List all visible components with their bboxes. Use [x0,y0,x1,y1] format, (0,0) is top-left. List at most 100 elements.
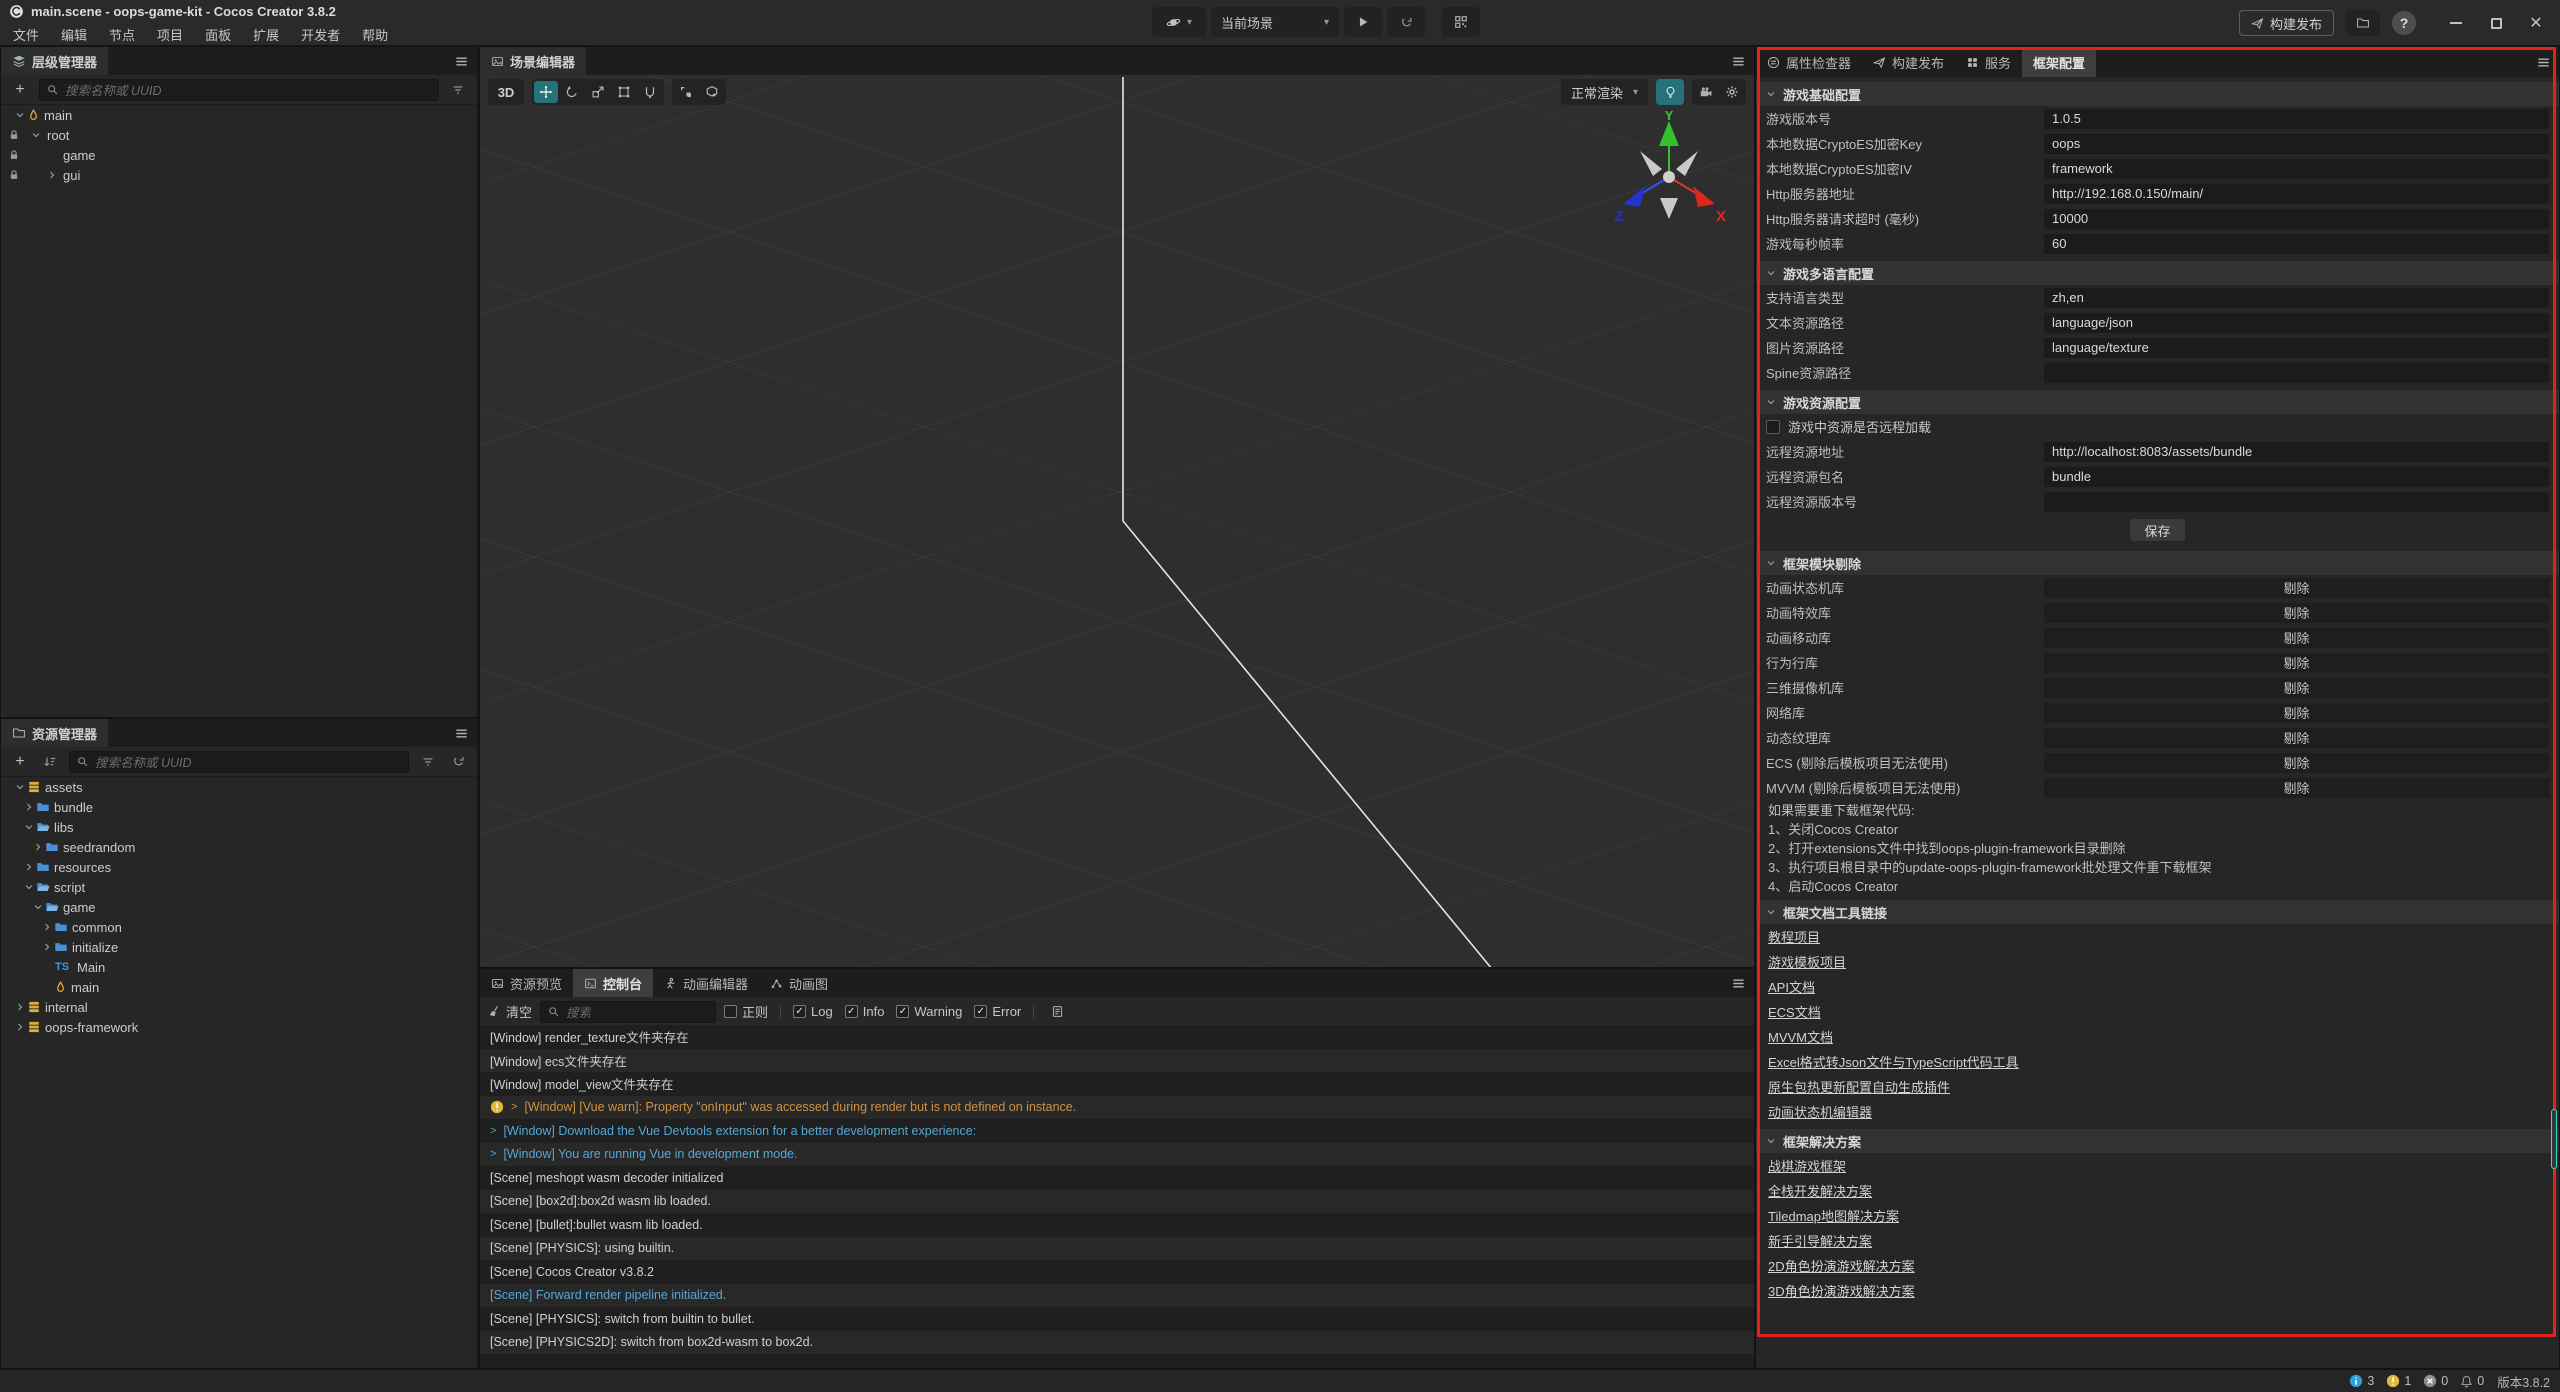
tree-item[interactable]: script [1,877,477,897]
scene-viewport[interactable]: 3D 正常渲染▾ [480,75,1754,967]
doc-link[interactable]: 2D角色扮演游戏解决方案 [1768,1256,1915,1275]
save-button[interactable]: 保存 [2130,519,2184,541]
config-input[interactable]: framework [2044,159,2549,179]
tree-item[interactable]: assets [1,777,477,797]
doc-link[interactable]: MVVM文档 [1768,1027,1833,1046]
remove-button[interactable]: 剔除 [2044,628,2549,648]
tree-item[interactable]: root [1,125,477,145]
menu-item[interactable]: 编辑 [50,22,98,46]
doc-link[interactable]: 游戏模板项目 [1768,952,1846,971]
log-row[interactable]: >[Window] [Vue warn]: Property "onInput"… [480,1096,1754,1120]
doc-link[interactable]: 新手引导解决方案 [1768,1231,1872,1250]
log-row[interactable]: [Scene] [PHYSICS]: switch from builtin t… [480,1307,1754,1331]
filter-warning-checkbox[interactable]: ✓Warning [896,1004,962,1019]
render-mode-select[interactable]: 正常渲染▾ [1561,79,1648,105]
filter-log-checkbox[interactable]: ✓Log [793,1004,833,1019]
tree-item[interactable]: oops-framework [1,1017,477,1037]
config-input[interactable]: zh,en [2044,288,2549,308]
console-search-input[interactable]: 搜索 [540,1001,716,1023]
tab-scene[interactable]: 场景编辑器 [480,47,586,75]
config-input[interactable]: bundle [2044,467,2549,487]
expand-arrow-icon[interactable]: > [490,1148,496,1160]
panel-menu-icon[interactable] [1731,54,1746,69]
build-publish-button[interactable]: 构建发布 [2239,10,2334,36]
log-row[interactable]: [Window] ecs文件夹存在 [480,1049,1754,1073]
tree-item[interactable]: TSMain [1,957,477,977]
menu-item[interactable]: 节点 [98,22,146,46]
remove-button[interactable]: 剔除 [2044,753,2549,773]
config-input[interactable]: language/json [2044,313,2549,333]
log-row[interactable]: [Scene] Forward render pipeline initiali… [480,1284,1754,1308]
tree-item[interactable]: main [1,977,477,997]
lighting-toggle-button[interactable] [1656,79,1684,105]
console-tab[interactable]: 资源预览 [480,969,573,997]
doc-link[interactable]: 教程项目 [1768,927,1820,946]
camera-icon[interactable] [1694,81,1718,103]
console-tab[interactable]: 控制台 [573,969,653,997]
scrollbar-thumb[interactable] [2551,1109,2557,1169]
panel-menu-icon[interactable] [454,726,469,741]
tree-item[interactable]: main [1,105,477,125]
create-node-button[interactable]: + [9,79,31,101]
remove-button[interactable]: 剔除 [2044,703,2549,723]
filter-icon[interactable] [447,79,469,101]
menu-item[interactable]: 开发者 [290,22,351,46]
tree-item[interactable]: seedrandom [1,837,477,857]
remove-button[interactable]: 剔除 [2044,728,2549,748]
config-tab-3[interactable]: 框架配置 [2022,47,2096,77]
section-header[interactable]: 游戏基础配置 [1756,82,2559,106]
status-bell-count[interactable]: 0 [2460,1374,2484,1388]
config-input[interactable]: http://localhost:8083/assets/bundle [2044,442,2549,462]
remove-button[interactable]: 剔除 [2044,778,2549,798]
status-warn-count[interactable]: 1 [2386,1374,2411,1388]
doc-link[interactable]: 3D角色扮演游戏解决方案 [1768,1281,1915,1300]
log-row[interactable]: [Window] render_texture文件夹存在 [480,1025,1754,1049]
filter-info-checkbox[interactable]: ✓Info [845,1004,885,1019]
doc-link[interactable]: ECS文档 [1768,1002,1821,1021]
config-tab-2[interactable]: 服务 [1955,47,2022,77]
doc-link[interactable]: 全栈开发解决方案 [1768,1181,1872,1200]
log-row[interactable]: >[Window] You are running Vue in develop… [480,1143,1754,1167]
config-tab-1[interactable]: 构建发布 [1862,47,1955,77]
open-project-folder-button[interactable] [2346,10,2380,36]
clear-console-button[interactable]: 清空 [488,1002,532,1021]
config-input[interactable]: 10000 [2044,209,2549,229]
minimize-button[interactable] [2442,9,2470,37]
filter-error-checkbox[interactable]: ✓Error [974,1004,1021,1019]
section-header[interactable]: 游戏多语言配置 [1756,261,2559,285]
sort-icon[interactable] [39,751,61,773]
doc-link[interactable]: API文档 [1768,977,1815,996]
log-row[interactable]: [Scene] [PHYSICS]: using builtin. [480,1237,1754,1261]
tree-item[interactable]: resources [1,857,477,877]
expand-arrow-icon[interactable]: > [490,1125,496,1137]
tree-item[interactable]: game [1,897,477,917]
doc-link[interactable]: 原生包热更新配置自动生成插件 [1768,1077,1950,1096]
move-tool-button[interactable] [534,81,558,103]
create-asset-button[interactable]: + [9,751,31,773]
section-header[interactable]: 框架解决方案 [1756,1129,2559,1153]
section-header[interactable]: 框架模块剔除 [1756,551,2559,575]
scale-tool-button[interactable] [586,81,610,103]
play-button[interactable] [1344,7,1382,37]
regex-checkbox[interactable]: 正则 [724,1002,768,1021]
section-header[interactable]: 框架文档工具链接 [1756,900,2559,924]
log-file-icon[interactable] [1046,1001,1068,1023]
tree-item[interactable]: game [1,145,477,165]
pivot-toggle-button[interactable] [674,81,698,103]
filter-icon[interactable] [417,751,439,773]
log-row[interactable]: [Scene] meshopt wasm decoder initialized [480,1166,1754,1190]
rotate-tool-button[interactable] [560,81,584,103]
rect-tool-button[interactable] [612,81,636,103]
config-input[interactable] [2044,492,2549,512]
panel-menu-icon[interactable] [1731,976,1746,991]
coordinate-toggle-button[interactable] [700,81,724,103]
config-input[interactable]: 60 [2044,234,2549,254]
log-row[interactable]: [Scene] [bullet]:bullet wasm lib loaded. [480,1213,1754,1237]
config-input[interactable]: 1.0.5 [2044,109,2549,129]
config-tab-0[interactable]: 属性检查器 [1756,47,1862,77]
console-tab[interactable]: 动画图 [759,969,839,997]
console-tab[interactable]: 动画编辑器 [653,969,759,997]
doc-link[interactable]: Excel格式转Json文件与TypeScript代码工具 [1768,1052,2019,1071]
log-row[interactable]: [Scene] [PHYSICS2D]: switch from box2d-w… [480,1331,1754,1355]
doc-link[interactable]: Tiledmap地图解决方案 [1768,1206,1899,1225]
